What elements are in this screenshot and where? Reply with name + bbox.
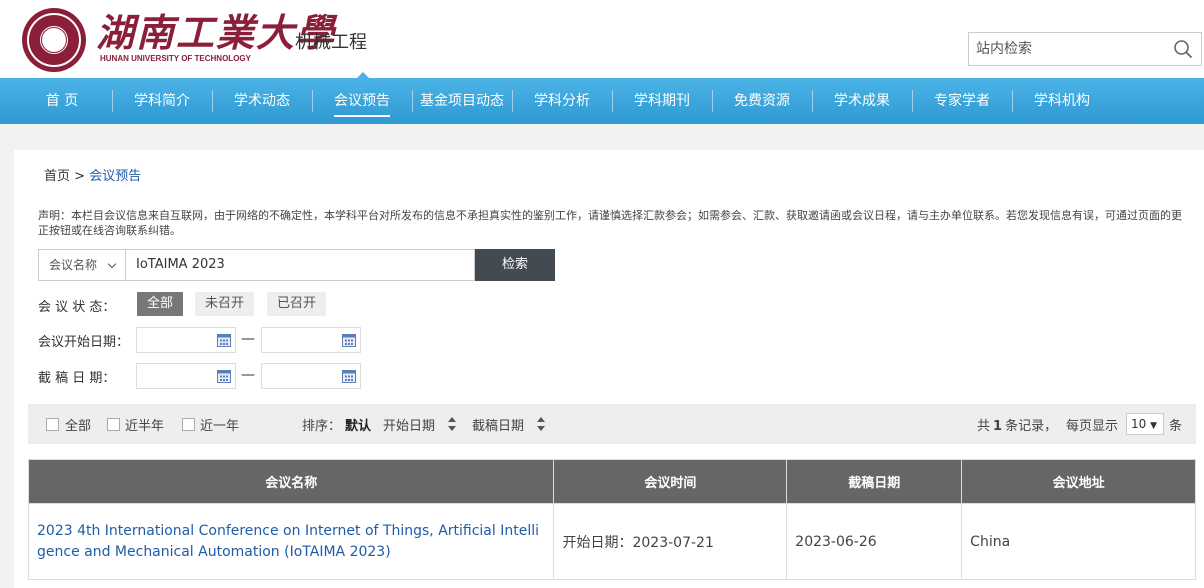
- site-search-input[interactable]: [969, 33, 1169, 65]
- calendar-icon[interactable]: [341, 368, 357, 384]
- search-field-select[interactable]: 会议名称: [38, 249, 126, 281]
- search-icon[interactable]: [1173, 39, 1193, 59]
- keyword-input[interactable]: IoTAIMA 2023: [125, 249, 475, 281]
- breadcrumb-home[interactable]: 首页: [44, 169, 70, 184]
- column-header-name: 会议名称: [27, 459, 555, 504]
- column-header-location: 会议地址: [961, 459, 1196, 504]
- nav-item-intro[interactable]: 学科简介: [114, 78, 210, 124]
- conference-table: 会议名称 会议时间 截稿日期 会议地址 2023 4th Internation…: [27, 459, 1196, 580]
- sort-default[interactable]: 默认: [345, 415, 371, 434]
- conference-name-link[interactable]: 2023 4th International Conference on Int…: [27, 503, 555, 580]
- page-size-suffix: 条: [1169, 419, 1183, 434]
- conference-location: China: [961, 503, 1196, 580]
- breadcrumb-current[interactable]: 会议预告: [89, 169, 141, 184]
- calendar-icon[interactable]: [216, 332, 232, 348]
- deadline-range-dash: —: [241, 367, 255, 383]
- logo-english-name: HUNAN UNIVERSITY OF TECHNOLOGY: [100, 54, 251, 63]
- university-seal-logo[interactable]: [22, 8, 86, 72]
- calendar-icon[interactable]: [216, 368, 232, 384]
- checkbox-half-year[interactable]: [107, 418, 120, 431]
- nav-item-conference[interactable]: 会议预告: [314, 78, 410, 124]
- list-toolbar: 全部 近半年 近一年 排序： 默认 开始日期 截稿日期 共 1 条记录， 每页显示 …: [28, 404, 1196, 444]
- page-size-select[interactable]: 10 ▼: [1126, 413, 1164, 435]
- nav-item-experts[interactable]: 专家学者: [914, 78, 1010, 124]
- main-nav: 首 页 学科简介 学术动态 会议预告 基金项目动态 学科分析 学科期刊 免费资源…: [0, 78, 1204, 124]
- search-field-select-value: 会议名称: [49, 258, 98, 272]
- page-size-label: 每页显示: [1066, 419, 1119, 434]
- status-option-upcoming[interactable]: 未召开: [195, 292, 255, 316]
- nav-item-fund[interactable]: 基金项目动态: [414, 78, 510, 124]
- status-option-all[interactable]: 全部: [137, 292, 184, 316]
- nav-item-home[interactable]: 首 页: [14, 78, 110, 124]
- checkbox-one-year[interactable]: [182, 418, 195, 431]
- start-date-label: 会议开始日期：: [38, 335, 130, 350]
- sort-deadline[interactable]: 截稿日期: [472, 415, 524, 434]
- conference-time: 开始日期：2023-07-21: [553, 503, 788, 580]
- nav-item-institutions[interactable]: 学科机构: [1014, 78, 1110, 124]
- status-label: 会 议 状 态：: [38, 300, 116, 315]
- university-logo-text[interactable]: 湖南工業大學 HUNAN UNIVERSITY OF TECHNOLOGY: [96, 10, 334, 70]
- column-header-deadline: 截稿日期: [786, 459, 963, 504]
- conference-deadline: 2023-06-26: [786, 503, 963, 580]
- site-name: 机械工程: [295, 32, 367, 53]
- checkbox-all[interactable]: [46, 418, 59, 431]
- checkbox-one-year-label: 近一年: [200, 419, 240, 434]
- sort-start-date[interactable]: 开始日期: [383, 415, 435, 434]
- deadline-from[interactable]: [136, 363, 236, 389]
- checkbox-half-year-label: 近半年: [125, 419, 165, 434]
- site-header: 湖南工業大學 HUNAN UNIVERSITY OF TECHNOLOGY 机械…: [0, 0, 1204, 78]
- active-nav-caret: [357, 72, 369, 78]
- record-total: 共 1 条记录，: [977, 419, 1058, 434]
- nav-item-achievements[interactable]: 学术成果: [814, 78, 910, 124]
- record-count: 1: [993, 419, 1003, 434]
- breadcrumb-separator: >: [74, 169, 86, 184]
- nav-item-free-resources[interactable]: 免费资源: [714, 78, 810, 124]
- site-search: [968, 32, 1202, 66]
- deadline-label: 截 稿 日 期：: [38, 371, 116, 386]
- start-date-to[interactable]: [261, 327, 361, 353]
- disclaimer-notice: 声明：本栏目会议信息来自互联网，由于网络的不确定性，本学科平台对所发布的信息不承…: [38, 209, 1182, 237]
- nav-item-academic-news[interactable]: 学术动态: [214, 78, 310, 124]
- breadcrumb: 首页 > 会议预告: [44, 165, 141, 184]
- nav-item-journals[interactable]: 学科期刊: [614, 78, 710, 124]
- search-button[interactable]: 检索: [475, 249, 555, 281]
- sort-label: 排序：: [302, 419, 342, 434]
- sort-arrows-icon[interactable]: [536, 416, 546, 432]
- table-row: 2023 4th International Conference on Int…: [27, 503, 1196, 580]
- start-date-range-dash: —: [241, 331, 255, 347]
- start-date-from[interactable]: [136, 327, 236, 353]
- calendar-icon[interactable]: [341, 332, 357, 348]
- chevron-down-icon: [107, 259, 117, 269]
- column-header-time: 会议时间: [553, 459, 788, 504]
- sort-arrows-icon[interactable]: [447, 416, 457, 432]
- checkbox-all-label: 全部: [65, 419, 92, 434]
- status-option-held[interactable]: 已召开: [267, 292, 327, 316]
- nav-item-analysis[interactable]: 学科分析: [514, 78, 610, 124]
- deadline-to[interactable]: [261, 363, 361, 389]
